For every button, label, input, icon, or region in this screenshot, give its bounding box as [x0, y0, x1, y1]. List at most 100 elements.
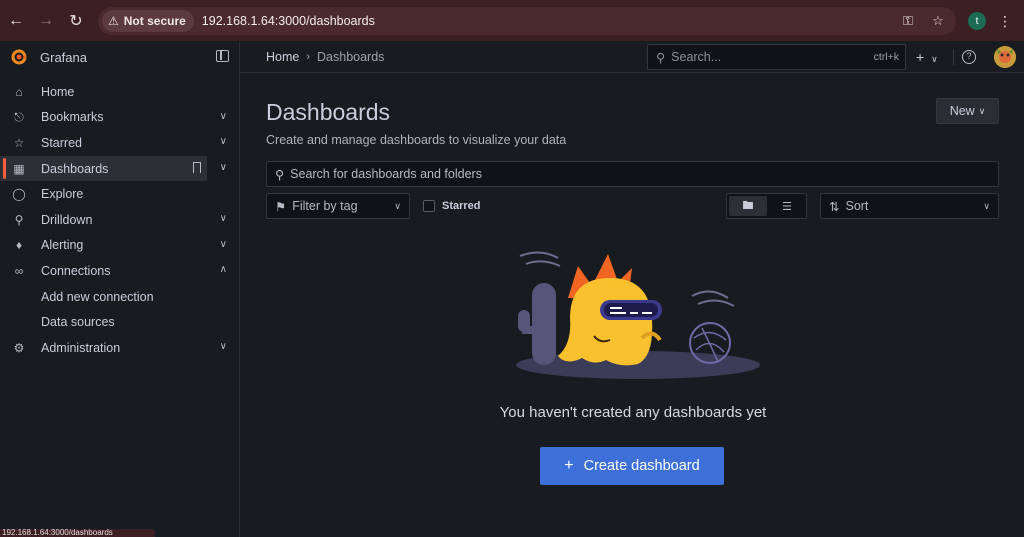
- sidebar-item-dashboards[interactable]: ▦ Dashboards: [0, 155, 207, 182]
- brand[interactable]: Grafana: [0, 41, 239, 73]
- create-dashboard-label: Create dashboard: [583, 458, 700, 474]
- back-arrow-icon[interactable]: ←: [2, 7, 30, 35]
- chevron-down-icon[interactable]: ∨: [220, 136, 227, 147]
- breadcrumb-home[interactable]: Home: [266, 50, 299, 64]
- forward-arrow-icon[interactable]: →: [32, 7, 60, 35]
- avatar-image-icon: [994, 46, 1016, 68]
- sidebar-item-home[interactable]: ⌂ Home: [0, 79, 239, 105]
- sidebar-item-drilldown[interactable]: ⚲ Drilldown ∨: [0, 207, 239, 233]
- chevron-down-icon[interactable]: ∨: [220, 111, 227, 122]
- sidebar-subitem-data-sources[interactable]: Data sources: [0, 309, 239, 335]
- breadcrumb: Home › Dashboards: [266, 50, 384, 64]
- browser-menu-icon[interactable]: ⋮: [998, 12, 1012, 30]
- sidebar-item-label: Bookmarks: [41, 110, 104, 125]
- chevron-down-icon: ∨: [983, 201, 990, 211]
- chevron-down-icon: ∨: [394, 201, 401, 211]
- brand-name: Grafana: [40, 49, 87, 65]
- browser-profile-avatar[interactable]: t: [968, 12, 986, 30]
- plus-icon: +: [564, 457, 574, 474]
- create-dashboard-button[interactable]: + Create dashboard: [540, 447, 724, 485]
- sidebar-item-connections[interactable]: ∞ Connections ∧: [0, 258, 239, 284]
- breadcrumb-separator-icon: ›: [306, 50, 311, 63]
- bell-icon: ♦: [15, 238, 23, 253]
- sidebar-item-label: Add new connection: [41, 289, 154, 304]
- search-icon: ⚲: [275, 167, 285, 182]
- sort-label: Sort: [845, 199, 869, 213]
- reload-icon[interactable]: ↻: [62, 7, 90, 35]
- sidebar-item-administration[interactable]: ⚙ Administration ∨: [0, 335, 239, 361]
- sidebar: Grafana ⌂ Home ⎋ Bookmarks ∨ ☆ Starred ∨…: [0, 41, 240, 537]
- new-button[interactable]: New ∨: [936, 98, 999, 124]
- list-view-button[interactable]: ☰: [769, 196, 805, 216]
- url-text[interactable]: 192.168.1.64:3000/dashboards: [202, 14, 375, 28]
- sidebar-item-label: Home: [41, 84, 75, 99]
- list-icon: ☰: [782, 200, 792, 213]
- user-avatar[interactable]: [994, 46, 1016, 68]
- chevron-down-icon[interactable]: ∨: [220, 162, 227, 173]
- tag-icon: ⚑: [275, 199, 287, 214]
- compass-icon: ◯: [12, 187, 26, 202]
- key-icon[interactable]: ⚿: [898, 11, 918, 31]
- bookmark-star-icon[interactable]: ☆: [928, 11, 948, 31]
- empty-state-mascot-illustration: [516, 251, 760, 379]
- dashboard-search-input[interactable]: ⚲ Search for dashboards and folders: [266, 161, 999, 187]
- sidebar-item-label: Drilldown: [41, 212, 93, 227]
- global-search-input[interactable]: ⚲ Search... ctrl+k: [647, 44, 906, 70]
- sidebar-subitem-add-new-connection[interactable]: Add new connection: [0, 284, 239, 310]
- chevron-up-icon[interactable]: ∧: [220, 264, 227, 275]
- search-shortcut: ctrl+k: [873, 51, 899, 63]
- bookmark-icon: ⎋: [14, 109, 24, 124]
- warning-triangle-icon: ⚠: [108, 14, 119, 28]
- top-bar: Home › Dashboards ⚲ Search... ctrl+k + ∨…: [240, 41, 1024, 73]
- help-icon[interactable]: ?: [962, 50, 976, 64]
- new-button-label: New: [949, 104, 975, 118]
- plus-icon: +: [916, 49, 925, 65]
- breadcrumb-dashboards: Dashboards: [317, 49, 385, 64]
- sidebar-row-dashboards: ▦ Dashboards ∨: [0, 155, 239, 182]
- sidebar-item-label: Dashboards: [41, 161, 109, 176]
- search-placeholder: Search...: [671, 50, 722, 64]
- security-label: Not secure: [123, 14, 186, 28]
- empty-state-message: You haven't created any dashboards yet: [499, 404, 767, 421]
- starred-label[interactable]: Starred: [442, 200, 481, 212]
- dashboard-search-placeholder: Search for dashboards and folders: [290, 167, 482, 181]
- divider: [953, 49, 954, 65]
- filter-by-tag-select[interactable]: ⚑ Filter by tag ∨: [266, 193, 410, 219]
- apps-grid-icon: ▦: [13, 161, 25, 176]
- sidebar-item-bookmarks[interactable]: ⎋ Bookmarks ∨: [0, 105, 239, 131]
- sort-icon: ⇅: [829, 199, 840, 214]
- gear-icon: ⚙: [13, 340, 25, 355]
- sidebar-item-label: Alerting: [41, 238, 84, 253]
- filter-tag-label: Filter by tag: [292, 199, 358, 213]
- sidebar-item-label: Explore: [41, 187, 84, 202]
- add-new-button[interactable]: + ∨: [916, 49, 938, 65]
- home-icon: ⌂: [15, 84, 23, 99]
- grafana-logo-icon: [11, 49, 27, 65]
- sidebar-item-label: Administration: [41, 340, 121, 355]
- view-toggle: 🖿 ☰: [726, 193, 807, 219]
- sidebar-item-alerting[interactable]: ♦ Alerting ∨: [0, 233, 239, 259]
- starred-checkbox[interactable]: [423, 200, 435, 212]
- sort-select[interactable]: ⇅ Sort ∨: [820, 193, 999, 219]
- chevron-down-icon[interactable]: ∨: [220, 239, 227, 250]
- bookmark-outline-icon[interactable]: [193, 161, 201, 173]
- sidebar-item-starred[interactable]: ☆ Starred ∨: [0, 130, 239, 156]
- folder-view-button[interactable]: 🖿: [729, 196, 767, 216]
- microscope-icon: ⚲: [14, 212, 24, 227]
- dock-menu-icon[interactable]: [216, 50, 229, 62]
- main-content: Dashboards Create and manage dashboards …: [240, 73, 1024, 537]
- address-bar[interactable]: ⚠ Not secure 192.168.1.64:3000/dashboard…: [98, 7, 956, 35]
- chevron-down-icon: ∨: [931, 54, 938, 64]
- search-icon: ⚲: [656, 50, 666, 65]
- nav-menu: ⌂ Home ⎋ Bookmarks ∨ ☆ Starred ∨ ▦ Dashb…: [0, 79, 239, 361]
- chevron-down-icon: ∨: [978, 105, 986, 116]
- chevron-down-icon[interactable]: ∨: [220, 213, 227, 224]
- chevron-down-icon[interactable]: ∨: [220, 341, 227, 352]
- status-bar-url: 192.168.1.64:3000/dashboards: [0, 529, 155, 537]
- page-title: Dashboards: [266, 99, 391, 125]
- star-icon: ☆: [13, 135, 25, 150]
- sidebar-item-label: Starred: [41, 135, 82, 150]
- security-chip[interactable]: ⚠ Not secure: [102, 10, 194, 32]
- page-subtitle: Create and manage dashboards to visualiz…: [266, 133, 567, 147]
- sidebar-item-explore[interactable]: ◯ Explore: [0, 181, 239, 207]
